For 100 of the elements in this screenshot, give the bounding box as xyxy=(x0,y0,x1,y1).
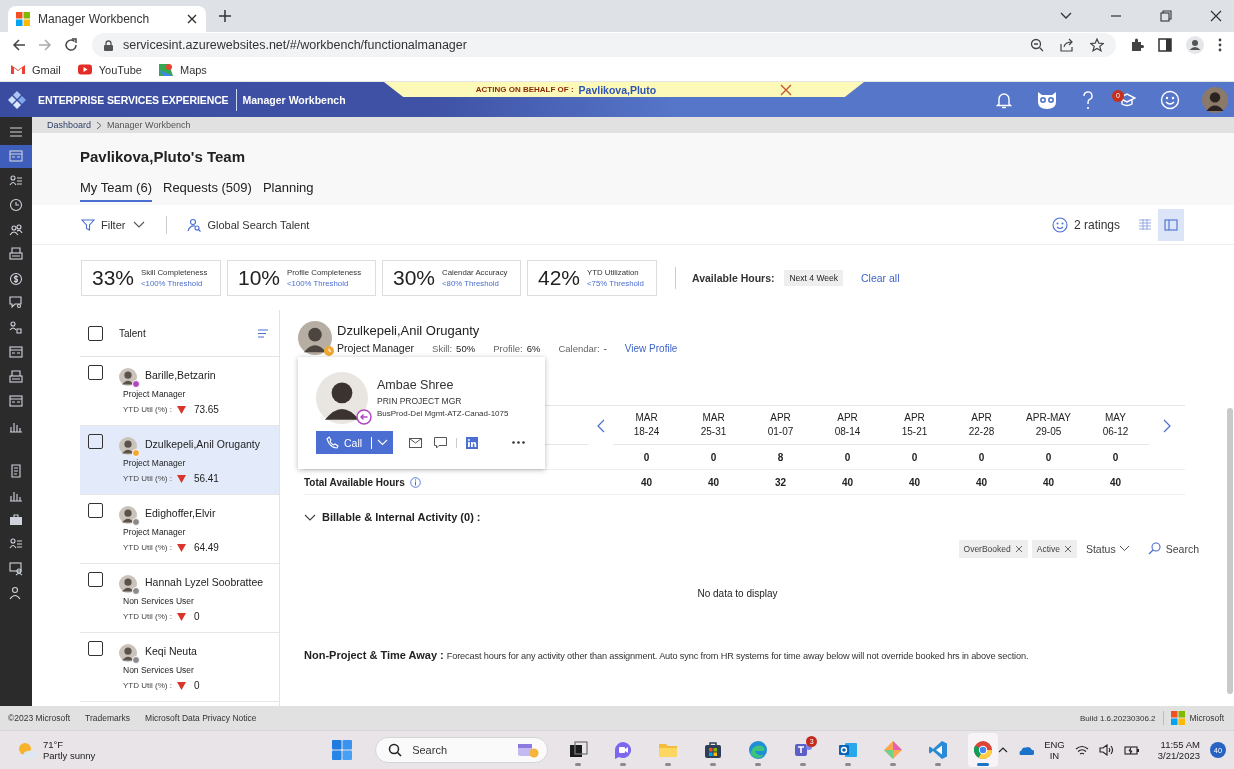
printer-icon[interactable] xyxy=(9,247,23,261)
restore-icon[interactable] xyxy=(1160,10,1172,22)
checkbox[interactable] xyxy=(88,572,103,587)
split-view-icon xyxy=(1164,217,1178,232)
footer-link[interactable]: Trademarks xyxy=(85,713,131,723)
browser-tab[interactable]: Manager Workbench xyxy=(8,6,206,32)
clock[interactable]: 11:55 AM 3/21/2023 xyxy=(1157,739,1200,761)
zoom-out-icon[interactable] xyxy=(1030,38,1044,52)
global-search-button[interactable]: Global Search Talent xyxy=(187,217,310,232)
bell-icon[interactable] xyxy=(996,90,1012,109)
card-icon[interactable] xyxy=(9,149,23,163)
scrollbar[interactable] xyxy=(1227,408,1233,694)
call-button[interactable]: Call xyxy=(316,431,393,454)
close-icon[interactable] xyxy=(1210,10,1222,22)
available-hours-label: Available Hours: xyxy=(692,271,775,284)
bookmark[interactable]: YouTube xyxy=(76,62,142,77)
printer-icon[interactable] xyxy=(9,369,23,384)
ratings-button[interactable]: 2 ratings xyxy=(1051,216,1120,233)
volume-icon[interactable] xyxy=(1098,744,1114,756)
people-icon[interactable] xyxy=(9,222,23,237)
person-icon[interactable] xyxy=(9,586,23,600)
info-icon[interactable] xyxy=(409,476,421,488)
briefcase-icon[interactable] xyxy=(9,512,23,527)
card-icon[interactable] xyxy=(9,345,23,359)
address-bar[interactable]: servicesint.azurewebsites.net/#/workbench/functionalmanager xyxy=(92,33,1116,57)
filter-chip[interactable]: Active xyxy=(1031,539,1077,558)
filter-button[interactable]: Filter xyxy=(81,217,146,232)
start-icon[interactable] xyxy=(332,740,353,760)
owl-icon[interactable] xyxy=(1036,89,1058,110)
breadcrumb-item[interactable]: Dashboard xyxy=(47,120,92,130)
checkbox[interactable] xyxy=(88,365,103,380)
status-dropdown[interactable]: Status xyxy=(1085,542,1130,555)
checkbox[interactable] xyxy=(88,325,103,341)
close-icon[interactable] xyxy=(187,14,197,24)
checkbox[interactable] xyxy=(88,641,103,656)
tab[interactable]: My Team (6) xyxy=(80,180,152,202)
chevron-right-icon[interactable] xyxy=(1163,418,1171,433)
talent-row[interactable]: Hannah Lyzel Soobrattee Non Services User YTD Util (%) : 0 xyxy=(80,564,279,633)
footer-link[interactable]: Microsoft Data Privacy Notice xyxy=(145,713,257,723)
more-icon[interactable] xyxy=(512,441,525,444)
cloud-icon[interactable] xyxy=(1018,745,1035,755)
talent-name: Hannah Lyzel Soobrattee xyxy=(145,576,264,588)
person-list-icon[interactable] xyxy=(9,537,23,551)
help-icon[interactable] xyxy=(1082,89,1094,110)
clock-icon[interactable] xyxy=(9,198,23,212)
talent-row[interactable]: Edighoffer,Elvir Project Manager YTD Util (%) : 64.49 xyxy=(80,495,279,564)
chevron-up-icon[interactable] xyxy=(998,747,1009,753)
column-header: MAR 25-31 xyxy=(680,406,747,445)
contact-title: PRIN PROJECT MGR xyxy=(377,396,463,406)
star-icon[interactable] xyxy=(1090,38,1104,52)
clear-all-link[interactable]: Clear all xyxy=(861,271,900,284)
map-icon xyxy=(157,62,174,77)
tab[interactable]: Requests (509) xyxy=(163,180,252,202)
share-icon[interactable] xyxy=(1060,38,1074,52)
weather-widget[interactable]: 71°F Partly sunny xyxy=(0,739,321,761)
talent-row[interactable]: Keqi Neuta Non Services User YTD Util (%) : 0 xyxy=(80,633,279,702)
view-profile-link[interactable]: View Profile xyxy=(624,342,678,354)
battery-icon[interactable] xyxy=(1123,745,1140,755)
page-title: Pavlikova,Pluto's Team xyxy=(80,148,247,165)
back-icon[interactable] xyxy=(12,38,26,52)
profile-icon[interactable] xyxy=(1186,36,1204,54)
more-vertical-icon[interactable] xyxy=(1218,38,1222,52)
chevron-down-icon[interactable] xyxy=(1060,12,1072,20)
copyright: ©2023 Microsoft xyxy=(8,713,70,723)
filter-chip[interactable]: Next 4 Week xyxy=(784,269,843,286)
plus-icon[interactable] xyxy=(219,10,231,22)
smiley-icon[interactable] xyxy=(1160,89,1180,110)
mail-icon[interactable] xyxy=(409,437,422,448)
stat-label: Profile: xyxy=(493,342,523,354)
linkedin-icon[interactable] xyxy=(466,436,478,449)
chevron-left-icon[interactable] xyxy=(596,418,605,433)
screen-person-icon[interactable] xyxy=(9,561,23,576)
sidepanel-icon[interactable] xyxy=(1158,38,1172,52)
filter-chip[interactable]: OverBooked xyxy=(958,539,1028,558)
table-cell: 32 xyxy=(747,470,814,495)
table-cell: 40 xyxy=(680,470,747,495)
card-icon[interactable] xyxy=(9,394,23,408)
search-button[interactable]: Search xyxy=(1147,542,1199,555)
person-list-icon[interactable] xyxy=(9,173,23,188)
wifi-icon[interactable] xyxy=(1074,744,1089,756)
checkbox[interactable] xyxy=(88,503,103,518)
talent-row[interactable]: Dzulkepeli,Anil Oruganty Project Manager YTD Util (%) : 56.41 xyxy=(80,426,279,495)
document-icon[interactable] xyxy=(9,463,23,478)
tab[interactable]: Planning xyxy=(262,180,314,202)
avatar xyxy=(119,506,137,524)
search-field[interactable]: Search xyxy=(375,737,549,763)
dollar-icon[interactable] xyxy=(9,271,23,286)
chat-icon[interactable] xyxy=(434,436,447,449)
checkbox[interactable] xyxy=(88,434,103,449)
filter-icon xyxy=(81,217,95,232)
bookmark[interactable]: Maps xyxy=(157,62,207,77)
language-indicator[interactable]: ENG IN xyxy=(1044,739,1065,761)
flow-icon[interactable] xyxy=(9,320,23,335)
bookmark[interactable]: Gmail xyxy=(10,62,61,77)
sort-icon[interactable] xyxy=(257,328,269,338)
menu-icon[interactable] xyxy=(9,124,23,139)
puzzle-icon[interactable] xyxy=(1130,38,1144,52)
reload-icon[interactable] xyxy=(64,38,78,52)
view-toggle[interactable] xyxy=(1158,208,1184,241)
chat-person-icon[interactable] xyxy=(9,296,23,310)
